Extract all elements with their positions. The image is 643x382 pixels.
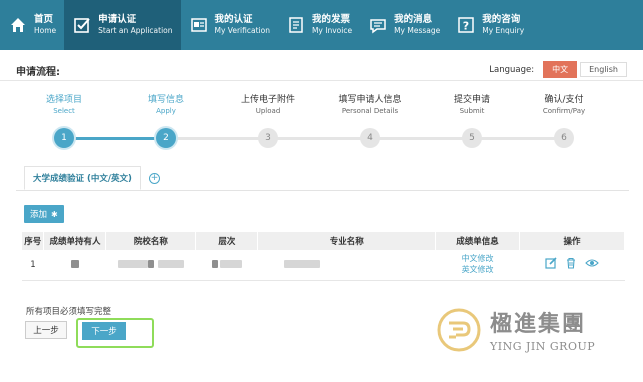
step-label-zh: 提交申请: [453, 95, 490, 105]
table-header-row: 序号 成绩单持有人 院校名称 层次 专业名称 成绩单信息 操作: [22, 232, 625, 250]
ying-jin-logo-icon: [437, 308, 481, 351]
nav-item-my-invoice[interactable]: 我的发票 My Invoice: [278, 0, 360, 50]
step-label-en: Confirm/Pay: [542, 107, 586, 115]
step-label-en: Select: [53, 107, 75, 115]
language-label: Language:: [489, 64, 535, 75]
major-cell-redacted: [257, 250, 436, 281]
column-header: 院校名称: [105, 232, 197, 250]
question-icon: ?: [456, 15, 476, 35]
edit-chinese-link[interactable]: 中文修改: [436, 254, 520, 264]
nav-item-home[interactable]: 首页 Home: [0, 0, 64, 50]
previous-step-button[interactable]: 上一步: [25, 321, 67, 339]
step-apply: 填写信息 Apply 2: [116, 92, 216, 148]
step-label-zh: 确认/支付: [544, 95, 584, 105]
watermark-chinese: 楹進集團: [490, 311, 587, 337]
step-label-en: Personal Details: [341, 107, 399, 115]
nav-label-zh: 首页: [34, 14, 54, 26]
nav-item-my-verification[interactable]: 我的认证 My Verification: [181, 0, 278, 50]
watermark-logo: 楹進集團 YING JIN GROUP: [436, 306, 595, 353]
tab-underline: [16, 190, 629, 191]
watermark-english: YING JIN GROUP: [490, 340, 596, 353]
nav-label-zh: 我的发票: [311, 14, 350, 26]
nav-label-en: My Verification: [214, 26, 270, 36]
step-submit: 提交申请 Submit 5: [422, 92, 522, 148]
divider: [0, 80, 643, 81]
table-row: 1 中文修改 英文修改: [22, 250, 625, 281]
nav-label-en: My Enquiry: [482, 26, 525, 36]
step-number: 2: [156, 128, 176, 148]
step-personal-details: 填写申请人信息 Personal Details 4: [320, 92, 420, 148]
column-header: 操作: [519, 232, 625, 250]
process-title: 申请流程:: [16, 67, 60, 78]
language-chinese-button[interactable]: 中文: [543, 61, 578, 78]
step-progress-line: [64, 137, 166, 140]
nav-item-my-message[interactable]: 我的消息 My Message: [360, 0, 448, 50]
gear-icon: ✱: [51, 209, 58, 219]
next-step-button[interactable]: 下一步: [82, 322, 126, 340]
step-label-zh: 上传电子附件: [240, 95, 295, 105]
delete-icon[interactable]: [565, 257, 577, 272]
add-tab-icon[interactable]: +: [149, 173, 160, 184]
column-header: 成绩单信息: [435, 232, 521, 250]
nav-label-zh: 我的咨询: [482, 14, 521, 26]
school-cell-redacted: [105, 250, 196, 281]
checkbox-icon: [72, 15, 92, 35]
edit-english-link[interactable]: 英文修改: [436, 265, 520, 275]
nav-label-en: Start an Application: [98, 26, 173, 36]
column-header: 成绩单持有人: [43, 232, 107, 250]
step-number: 3: [258, 128, 278, 148]
transcript-info-cell: 中文修改 英文修改: [435, 250, 520, 281]
step-confirm-pay: 确认/支付 Confirm/Pay 6: [514, 92, 614, 148]
step-label-zh: 填写申请人信息: [338, 95, 402, 105]
edit-icon[interactable]: [545, 257, 557, 272]
column-header: 层次: [195, 232, 259, 250]
add-button-label: 添加: [30, 210, 48, 220]
add-button[interactable]: 添加 ✱: [24, 205, 64, 223]
column-header: 专业名称: [257, 232, 437, 250]
step-select: 选择项目 Select 1: [14, 92, 114, 148]
row-index: 1: [22, 250, 44, 281]
nav-label-zh: 我的认证: [214, 14, 253, 26]
application-table: 序号 成绩单持有人 院校名称 层次 专业名称 成绩单信息 操作 1 中文修改 英…: [22, 232, 625, 281]
process-steps: 选择项目 Select 1 填写信息 Apply 2 上传电子附件 Upload…: [14, 92, 614, 152]
view-icon[interactable]: [585, 257, 599, 272]
application-panel: 大学成绩验证 (中文/英文) + 添加 ✱ 序号 成绩单持有人 院校名称 层次 …: [16, 160, 629, 290]
certificate-icon: [189, 15, 209, 35]
nav-label-en: My Invoice: [311, 26, 353, 36]
step-label-en: Upload: [255, 107, 281, 115]
level-cell-redacted: [195, 250, 258, 281]
step-label-en: Apply: [156, 107, 176, 115]
svg-text:?: ?: [463, 20, 469, 33]
language-switcher: Language: 中文 English: [489, 61, 627, 78]
nav-item-start-application[interactable]: 申请认证 Start an Application: [64, 0, 181, 50]
tab-transcript-verification[interactable]: 大学成绩验证 (中文/英文): [24, 166, 141, 190]
step-label-zh: 选择项目: [45, 95, 82, 105]
nav-item-my-enquiry[interactable]: ? 我的咨询 My Enquiry: [448, 0, 532, 50]
step-upload: 上传电子附件 Upload 3: [218, 92, 318, 148]
step-label-zh: 填写信息: [147, 95, 184, 105]
home-icon: [8, 15, 28, 35]
top-nav: 首页 Home 申请认证 Start an Application 我的认证 My V…: [0, 0, 643, 50]
nav-label-zh: 申请认证: [98, 14, 137, 26]
nav-label-en: Home: [34, 26, 57, 36]
column-header: 序号: [22, 232, 45, 250]
step-number: 5: [462, 128, 482, 148]
step-number: 6: [554, 128, 574, 148]
step-label-en: Submit: [459, 107, 485, 115]
actions-cell: [519, 250, 625, 281]
step-number: 1: [54, 128, 74, 148]
message-icon: [368, 15, 388, 35]
step-number: 4: [360, 128, 380, 148]
holder-cell-redacted: [43, 250, 106, 281]
invoice-icon: [286, 15, 306, 35]
required-note: 所有项目必须填写完整: [26, 307, 112, 317]
language-english-button[interactable]: English: [580, 62, 627, 77]
nav-label-zh: 我的消息: [394, 14, 433, 26]
nav-label-en: My Message: [394, 26, 441, 36]
